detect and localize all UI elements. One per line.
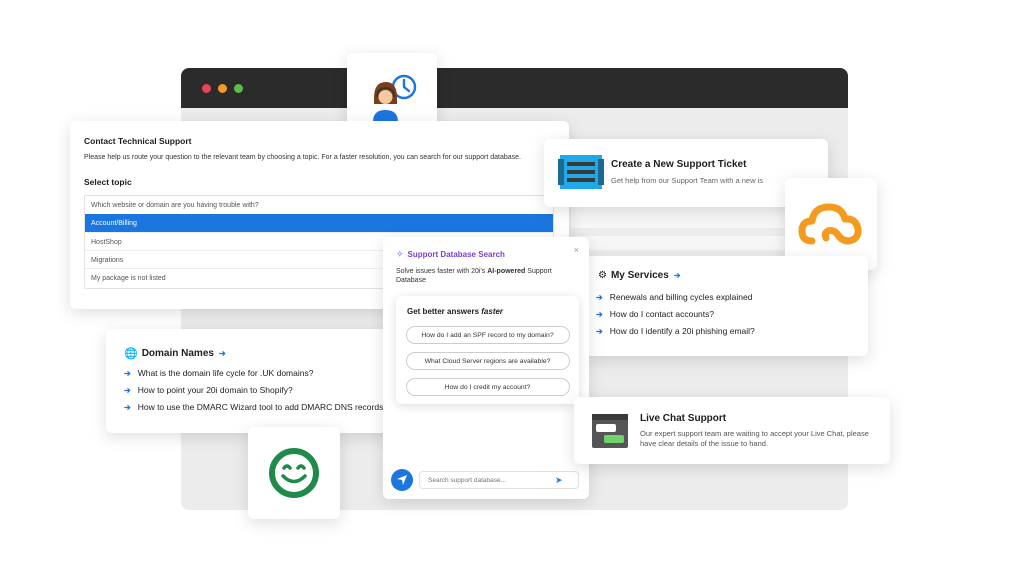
link-label[interactable]: Renewals and billing cycles explained [610, 292, 753, 302]
suggested-question[interactable]: What Cloud Server regions are available? [405, 352, 570, 370]
domains-link[interactable]: ➔ What is the domain life cycle for .UK d… [124, 368, 394, 378]
chat-window-icon [592, 414, 628, 448]
navigation-arrow-icon [397, 475, 407, 485]
ticket-title: Create a New Support Ticket [611, 159, 747, 170]
services-links: ➔ Renewals and billing cycles explained ➔… [596, 292, 755, 343]
arrow-right-icon: ➔ [596, 292, 603, 302]
desc-bold: AI-powered [487, 268, 526, 275]
chat-title: Live Chat Support [640, 413, 727, 424]
contact-title: Contact Technical Support [84, 136, 192, 146]
suggested-questions-box: Get better answers faster How do I add a… [396, 296, 579, 404]
window-close-dot[interactable] [202, 84, 211, 93]
window-minimize-dot[interactable] [218, 84, 227, 93]
services-link[interactable]: ➔ Renewals and billing cycles explained [596, 292, 755, 302]
globe-icon: 🌐 [124, 348, 138, 360]
window-maximize-dot[interactable] [234, 84, 243, 93]
ticket-subtitle: Get help from our Support Team with a ne… [611, 176, 764, 185]
live-chat-card[interactable]: Live Chat Support Our expert support tea… [574, 397, 890, 464]
arrow-right-icon: ➔ [124, 368, 131, 378]
topic-placeholder[interactable]: Which website or domain are you having t… [85, 196, 553, 214]
domains-link[interactable]: ➔ How to use the DMARC Wizard tool to add… [124, 402, 394, 412]
arrow-right-icon: ➔ [673, 271, 681, 280]
suggestions-title: Get better answers faster [396, 296, 579, 326]
arrow-right-icon: ➔ [124, 402, 131, 412]
search-input[interactable] [420, 476, 555, 484]
suggested-question[interactable]: How do I credit my account? [405, 378, 570, 396]
domains-heading[interactable]: 🌐 Domain Names ➔ [124, 347, 233, 360]
topic-option-selected[interactable]: Account/Billing [85, 214, 553, 232]
select-topic-label: Select topic [84, 177, 132, 187]
close-icon[interactable]: × [574, 245, 579, 255]
domain-names-card: 🌐 Domain Names ➔ ➔ What is the domain lif… [106, 329, 396, 433]
domains-link[interactable]: ➔ How to point your 20i domain to Shopify… [124, 385, 394, 395]
smiley-logo-tile [248, 427, 340, 519]
support-search-widget: ✧ Support Database Search × Solve issues… [383, 237, 589, 499]
support-agent-clock-icon [373, 74, 417, 122]
link-label[interactable]: What is the domain life cycle for .UK do… [138, 368, 314, 378]
services-link[interactable]: ➔ How do I identify a 20i phishing email? [596, 326, 755, 336]
domains-links: ➔ What is the domain life cycle for .UK d… [124, 368, 394, 419]
placeholder-block [571, 236, 811, 250]
browser-title-bar [181, 68, 848, 108]
arrow-right-icon: ➔ [218, 349, 226, 358]
contact-description: Please help us route your question to th… [84, 154, 521, 161]
services-title: My Services [610, 270, 669, 281]
sparkle-icon: ✧ [396, 249, 404, 259]
suggestions-title-em: faster [481, 307, 504, 316]
cloud-logo-icon [798, 203, 862, 245]
server-rack-icon [558, 155, 604, 189]
suggestions-title-text: Get better answers [407, 307, 482, 316]
search-input-wrapper[interactable]: ➤ [419, 471, 579, 489]
search-widget-header: ✧ Support Database Search [396, 249, 505, 260]
assistant-avatar [391, 469, 413, 491]
desc-text: Solve issues faster with 20i's [396, 268, 488, 275]
gears-icon: ⚙ [598, 270, 607, 281]
services-link[interactable]: ➔ How do I contact accounts? [596, 309, 755, 319]
link-label[interactable]: How to use the DMARC Wizard tool to add … [138, 402, 384, 412]
services-heading[interactable]: ⚙ My Services ➔ [598, 270, 688, 281]
search-widget-title: Support Database Search [407, 250, 505, 259]
domains-title: Domain Names [141, 348, 214, 359]
arrow-right-icon: ➔ [124, 385, 131, 395]
suggested-question[interactable]: How do I add an SPF record to my domain? [405, 326, 570, 344]
link-label[interactable]: How do I identify a 20i phishing email? [610, 326, 755, 336]
arrow-right-icon: ➔ [596, 326, 603, 336]
search-widget-description: Solve issues faster with 20i's AI-powere… [396, 267, 576, 285]
smiley-logo-icon [269, 448, 319, 498]
send-icon[interactable]: ➤ [555, 475, 563, 486]
arrow-right-icon: ➔ [596, 309, 603, 319]
link-label[interactable]: How do I contact accounts? [610, 309, 714, 319]
link-label[interactable]: How to point your 20i domain to Shopify? [138, 385, 293, 395]
my-services-card: ⚙ My Services ➔ ➔ Renewals and billing cy… [586, 256, 868, 356]
chat-description: Our expert support team are waiting to a… [640, 429, 869, 448]
hero-illustration: Contact Technical Support Please help us… [0, 0, 1024, 576]
